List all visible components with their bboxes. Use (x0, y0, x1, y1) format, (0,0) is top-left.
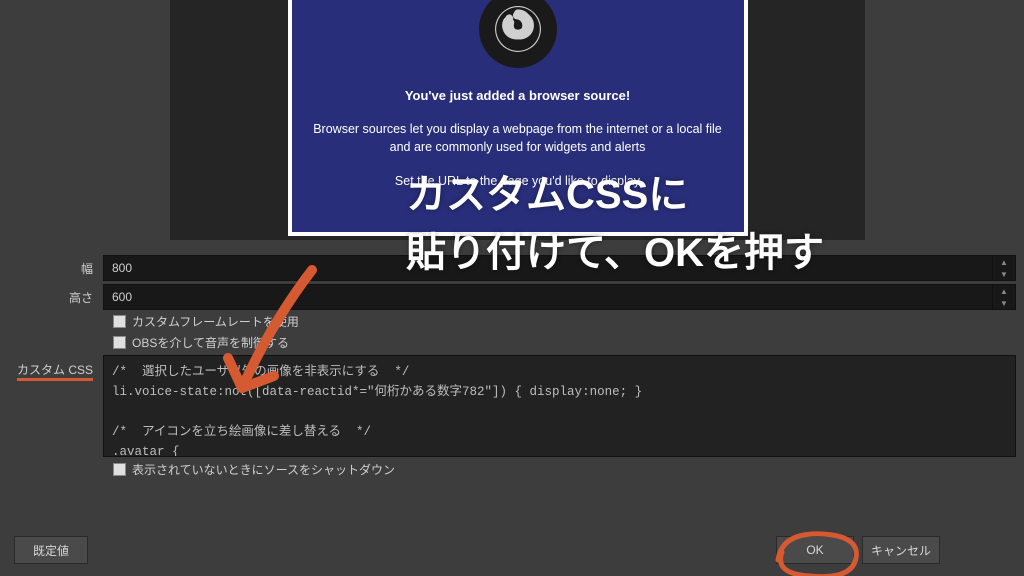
custom-css-label: カスタム CSS (8, 355, 103, 378)
obs-audio-label: OBSを介して音声を制御する (132, 334, 289, 351)
preview-instruction: Set the URL to the page you'd like to di… (312, 174, 724, 188)
obs-logo-icon (479, 0, 557, 68)
width-input[interactable] (103, 255, 993, 281)
defaults-button[interactable]: 既定値 (14, 536, 88, 564)
shutdown-label: 表示されていないときにソースをシャットダウン (132, 461, 395, 478)
height-stepper[interactable]: ▲ ▼ (992, 284, 1016, 310)
cancel-button[interactable]: キャンセル (862, 536, 940, 564)
width-stepper[interactable]: ▲ ▼ (992, 255, 1016, 281)
dialog-footer: 既定値 OK キャンセル (0, 528, 1024, 568)
chevron-down-icon[interactable]: ▼ (993, 268, 1015, 280)
checkbox-icon[interactable] (113, 315, 126, 328)
browser-source-default-preview: You've just added a browser source! Brow… (288, 0, 748, 236)
custom-fps-label: カスタムフレームレートを使用 (132, 313, 299, 330)
chevron-up-icon[interactable]: ▲ (993, 285, 1015, 297)
preview-description: Browser sources let you display a webpag… (312, 121, 724, 156)
obs-audio-checkbox-row[interactable]: OBSを介して音声を制御する (113, 334, 1016, 351)
checkbox-icon[interactable] (113, 463, 126, 476)
custom-fps-checkbox-row[interactable]: カスタムフレームレートを使用 (113, 313, 1016, 330)
preview-heading: You've just added a browser source! (312, 88, 724, 103)
source-preview-pane: You've just added a browser source! Brow… (170, 0, 865, 240)
chevron-up-icon[interactable]: ▲ (993, 256, 1015, 268)
custom-css-textarea[interactable]: /* 選択したユーザ以外の画像を非表示にする */ li.voice-state… (103, 355, 1016, 457)
ok-button[interactable]: OK (776, 536, 854, 564)
properties-form: 幅 ▲ ▼ 高さ ▲ ▼ カスタムフレームレートを使用 OBSを介して音声を制御… (0, 255, 1024, 482)
chevron-down-icon[interactable]: ▼ (993, 297, 1015, 309)
checkbox-icon[interactable] (113, 336, 126, 349)
shutdown-checkbox-row[interactable]: 表示されていないときにソースをシャットダウン (113, 461, 1016, 478)
height-label: 高さ (8, 289, 103, 306)
height-input[interactable] (103, 284, 993, 310)
width-label: 幅 (8, 260, 103, 277)
